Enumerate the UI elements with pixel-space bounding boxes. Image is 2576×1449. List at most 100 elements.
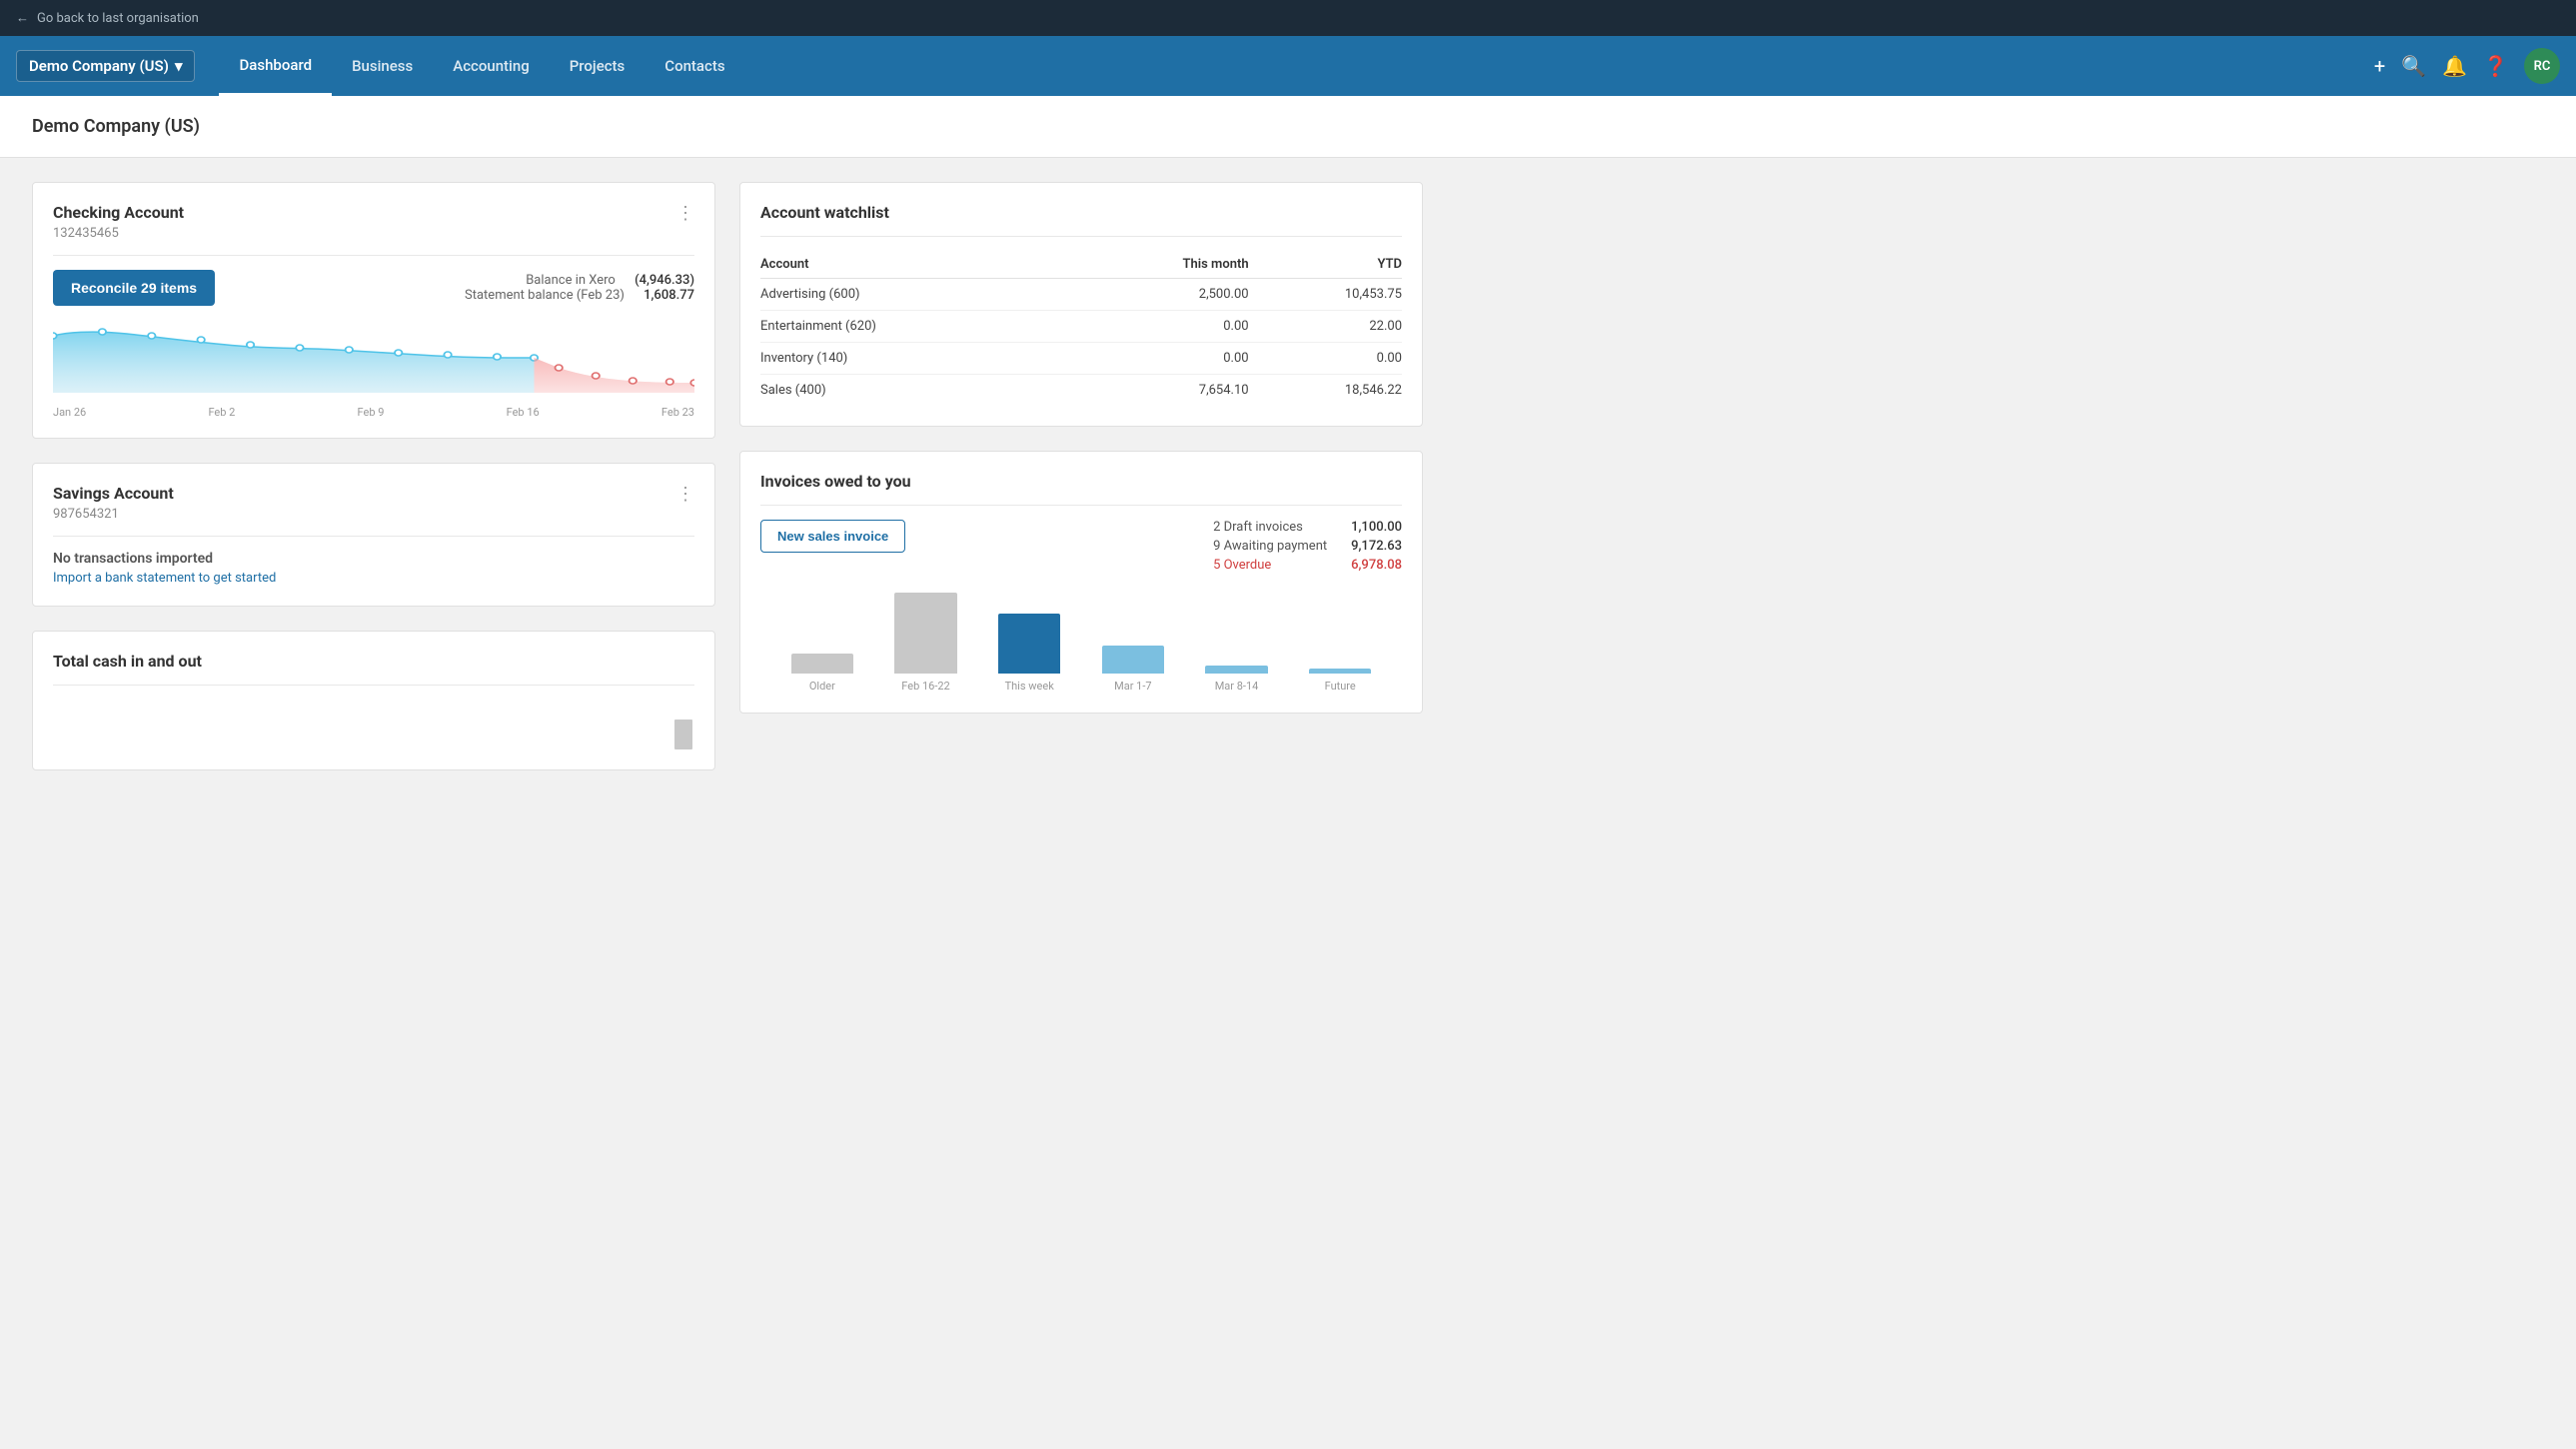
help-icon[interactable]: ❓ bbox=[2483, 54, 2508, 78]
stat-amount: 1,100.00 bbox=[1351, 520, 1402, 535]
savings-account-card: Savings Account 987654321 ⋮ No transacti… bbox=[32, 463, 715, 607]
chart-red-area bbox=[535, 358, 695, 393]
watchlist-row: Advertising (600) 2,500.00 10,453.75 bbox=[760, 279, 1402, 311]
nav-bar: Demo Company (US) ▾ Dashboard Business A… bbox=[0, 36, 2576, 96]
stat-label: 5 Overdue bbox=[1213, 558, 1271, 573]
main-content: Checking Account 132435465 ⋮ Reconcile 2… bbox=[0, 158, 1455, 794]
watchlist-account: Sales (400) bbox=[760, 375, 1071, 407]
watchlist-account: Inventory (140) bbox=[760, 343, 1071, 375]
page-header: Demo Company (US) bbox=[0, 96, 2576, 158]
watchlist-col-ytd: YTD bbox=[1249, 251, 1402, 279]
statement-amount: 1,608.77 bbox=[644, 288, 694, 303]
nav-links: Dashboard Business Accounting Projects C… bbox=[219, 36, 2373, 96]
add-icon[interactable]: + bbox=[2374, 54, 2385, 78]
bar-label: Feb 16-22 bbox=[901, 680, 949, 693]
chart-blue-area bbox=[53, 332, 535, 393]
watchlist-col-account: Account bbox=[760, 251, 1071, 279]
bar-group: Mar 1-7 bbox=[1081, 593, 1185, 693]
invoice-stats: 2 Draft invoices 1,100.00 9 Awaiting pay… bbox=[1213, 520, 1402, 577]
import-bank-link[interactable]: Import a bank statement to get started bbox=[53, 571, 276, 586]
bar-group: Future bbox=[1288, 593, 1392, 693]
balance-label: Balance in Xero bbox=[526, 273, 616, 288]
avatar[interactable]: RC bbox=[2524, 48, 2560, 84]
nav-contacts[interactable]: Contacts bbox=[644, 36, 744, 96]
stat-label: 2 Draft invoices bbox=[1213, 520, 1303, 535]
watchlist-this-month: 2,500.00 bbox=[1071, 279, 1248, 311]
page-title: Demo Company (US) bbox=[32, 116, 2544, 137]
watchlist-ytd: 22.00 bbox=[1249, 311, 1402, 343]
savings-menu-icon[interactable]: ⋮ bbox=[676, 484, 694, 505]
total-cash-title: Total cash in and out bbox=[53, 652, 694, 671]
chart-label-feb23: Feb 23 bbox=[661, 406, 694, 419]
bar-label: Mar 1-7 bbox=[1114, 680, 1151, 693]
checking-account-title: Checking Account bbox=[53, 203, 184, 222]
bar bbox=[894, 593, 956, 674]
invoices-header-row: New sales invoice 2 Draft invoices 1,100… bbox=[760, 520, 1402, 577]
chart-label-feb2: Feb 2 bbox=[208, 406, 235, 419]
total-cash-mini-chart bbox=[635, 710, 694, 749]
bar-label: This week bbox=[1005, 680, 1054, 693]
bar-group: This week bbox=[977, 593, 1081, 693]
nav-accounting[interactable]: Accounting bbox=[433, 36, 549, 96]
total-cash-chart-placeholder bbox=[53, 700, 694, 749]
chevron-down-icon: ▾ bbox=[175, 57, 183, 75]
savings-card-header: Savings Account 987654321 ⋮ bbox=[53, 484, 694, 522]
org-selector[interactable]: Demo Company (US) ▾ bbox=[16, 50, 195, 82]
watchlist-row: Entertainment (620) 0.00 22.00 bbox=[760, 311, 1402, 343]
balance-amount: (4,946.33) bbox=[635, 273, 694, 288]
search-icon[interactable]: 🔍 bbox=[2401, 54, 2426, 78]
watchlist-row: Inventory (140) 0.00 0.00 bbox=[760, 343, 1402, 375]
bar bbox=[998, 614, 1060, 674]
nav-business[interactable]: Business bbox=[332, 36, 433, 96]
statement-row: Statement balance (Feb 23) 1,608.77 bbox=[465, 288, 694, 303]
watchlist-account: Advertising (600) bbox=[760, 279, 1071, 311]
checking-account-number: 132435465 bbox=[53, 226, 184, 241]
left-column: Checking Account 132435465 ⋮ Reconcile 2… bbox=[32, 182, 715, 770]
bar-label: Mar 8-14 bbox=[1215, 680, 1259, 693]
nav-projects[interactable]: Projects bbox=[550, 36, 645, 96]
chart-labels: Jan 26 Feb 2 Feb 9 Feb 16 Feb 23 bbox=[53, 406, 694, 419]
bar-label: Future bbox=[1325, 680, 1356, 693]
no-transactions-text: No transactions imported bbox=[53, 551, 694, 567]
back-label[interactable]: Go back to last organisation bbox=[37, 11, 199, 26]
bar-group: Feb 16-22 bbox=[874, 593, 978, 693]
savings-account-number: 987654321 bbox=[53, 507, 174, 522]
chart-label-feb16: Feb 16 bbox=[507, 406, 540, 419]
bar bbox=[1205, 666, 1267, 674]
checking-menu-icon[interactable]: ⋮ bbox=[676, 203, 694, 224]
watchlist-this-month: 7,654.10 bbox=[1071, 375, 1248, 407]
checking-card-header: Checking Account 132435465 ⋮ bbox=[53, 203, 694, 241]
balance-row: Balance in Xero (4,946.33) bbox=[465, 273, 694, 288]
checking-account-card: Checking Account 132435465 ⋮ Reconcile 2… bbox=[32, 182, 715, 439]
watchlist-account: Entertainment (620) bbox=[760, 311, 1071, 343]
watchlist-ytd: 10,453.75 bbox=[1249, 279, 1402, 311]
bell-icon[interactable]: 🔔 bbox=[2442, 54, 2467, 78]
back-arrow-icon: ← bbox=[16, 10, 29, 26]
checking-chart: Jan 26 Feb 2 Feb 9 Feb 16 Feb 23 bbox=[53, 318, 694, 418]
watchlist-this-month: 0.00 bbox=[1071, 343, 1248, 375]
savings-title-area: Savings Account 987654321 bbox=[53, 484, 174, 522]
reconcile-button[interactable]: Reconcile 29 items bbox=[53, 270, 215, 306]
bar-label: Older bbox=[809, 680, 835, 693]
bar bbox=[1102, 646, 1164, 674]
nav-dashboard[interactable]: Dashboard bbox=[219, 36, 332, 96]
new-sales-invoice-button[interactable]: New sales invoice bbox=[760, 520, 905, 553]
total-cash-card: Total cash in and out bbox=[32, 631, 715, 770]
bar-group: Mar 8-14 bbox=[1185, 593, 1289, 693]
savings-account-title: Savings Account bbox=[53, 484, 174, 503]
chart-label-jan26: Jan 26 bbox=[53, 406, 86, 419]
watchlist-table: Account This month YTD Advertising (600)… bbox=[760, 251, 1402, 406]
stat-amount: 6,978.08 bbox=[1351, 558, 1402, 573]
org-name: Demo Company (US) bbox=[29, 57, 169, 75]
invoices-title: Invoices owed to you bbox=[760, 472, 1402, 491]
invoice-bar-chart: Older Feb 16-22 This week Mar 1-7 Mar 8-… bbox=[760, 593, 1402, 693]
reconcile-section: Reconcile 29 items Balance in Xero (4,94… bbox=[53, 270, 694, 306]
checking-chart-svg bbox=[53, 318, 694, 398]
top-bar: ← Go back to last organisation bbox=[0, 0, 2576, 36]
watchlist-row: Sales (400) 7,654.10 18,546.22 bbox=[760, 375, 1402, 407]
watchlist-this-month: 0.00 bbox=[1071, 311, 1248, 343]
invoice-stat-row: 9 Awaiting payment 9,172.63 bbox=[1213, 539, 1402, 554]
avatar-initials: RC bbox=[2534, 59, 2551, 74]
invoice-stat-row: 5 Overdue 6,978.08 bbox=[1213, 558, 1402, 573]
checking-title-area: Checking Account 132435465 bbox=[53, 203, 184, 241]
